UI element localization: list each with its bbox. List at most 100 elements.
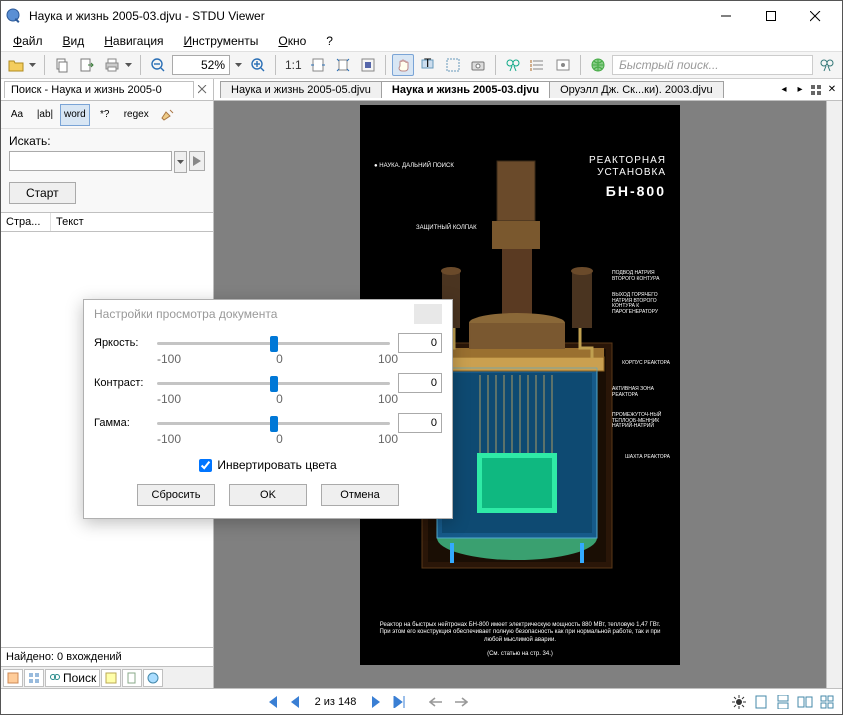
minimize-button[interactable] bbox=[703, 2, 748, 30]
dialog-title: Настройки просмотра документа bbox=[94, 307, 277, 321]
app-icon bbox=[5, 7, 23, 25]
open-button[interactable] bbox=[5, 54, 27, 76]
print-dropdown[interactable] bbox=[123, 54, 134, 76]
bookmarks-button[interactable] bbox=[527, 54, 549, 76]
view-facing[interactable] bbox=[796, 693, 814, 711]
contrast-value[interactable]: 0 bbox=[398, 373, 442, 393]
invert-colors-checkbox[interactable] bbox=[199, 459, 212, 472]
main-toolbar: 52% 1:1 T Быстрый поиск... bbox=[1, 51, 842, 79]
gamma-label: Гамма: bbox=[94, 417, 149, 429]
gamma-value[interactable]: 0 bbox=[398, 413, 442, 433]
tab-list-button[interactable] bbox=[809, 83, 823, 97]
fit-content-button[interactable] bbox=[357, 54, 379, 76]
brightness-label: Яркость: bbox=[94, 337, 149, 349]
export-button[interactable] bbox=[76, 54, 98, 76]
nav-last-page[interactable] bbox=[390, 693, 408, 711]
zoom-dropdown[interactable] bbox=[233, 54, 244, 76]
zoom-in-button[interactable] bbox=[247, 54, 269, 76]
brightness-value[interactable]: 0 bbox=[398, 333, 442, 353]
cancel-button[interactable]: Отмена bbox=[321, 484, 399, 506]
display-settings-dialog: Настройки просмотра документа Яркость: 0… bbox=[83, 299, 453, 519]
mode-wildcard[interactable]: *? bbox=[92, 104, 118, 126]
search-history-dropdown[interactable] bbox=[174, 151, 187, 173]
open-dropdown[interactable] bbox=[27, 54, 38, 76]
mode-highlight[interactable] bbox=[155, 104, 181, 126]
nav-forward[interactable] bbox=[451, 693, 469, 711]
settings-button[interactable] bbox=[552, 54, 574, 76]
print-button[interactable] bbox=[101, 54, 123, 76]
contrast-slider[interactable] bbox=[157, 372, 390, 394]
nav-back[interactable] bbox=[428, 693, 446, 711]
page-caption: Реактор на быстрых нейтронах БН-800 имее… bbox=[374, 622, 666, 645]
copy-button[interactable] bbox=[51, 54, 73, 76]
page-seealso: (См. статью на стр. 34.) bbox=[360, 651, 680, 657]
brightness-slider[interactable] bbox=[157, 332, 390, 354]
result-col-text[interactable]: Текст bbox=[51, 213, 89, 231]
ok-button[interactable]: OK bbox=[229, 484, 307, 506]
hand-tool[interactable] bbox=[392, 54, 414, 76]
menu-tools[interactable]: Инструменты bbox=[176, 33, 267, 49]
menu-file[interactable]: Файл bbox=[5, 33, 51, 49]
find-button[interactable] bbox=[502, 54, 524, 76]
panel-tab-info[interactable] bbox=[143, 669, 163, 687]
close-button[interactable] bbox=[793, 2, 838, 30]
menu-window[interactable]: Окно bbox=[270, 33, 314, 49]
globe-button[interactable] bbox=[587, 54, 609, 76]
nav-first-page[interactable] bbox=[263, 693, 281, 711]
select-region-tool[interactable] bbox=[442, 54, 464, 76]
mode-word[interactable]: word bbox=[60, 104, 90, 126]
nav-prev-page[interactable] bbox=[286, 693, 304, 711]
quicksearch-go[interactable] bbox=[816, 54, 838, 76]
display-settings-icon[interactable] bbox=[730, 693, 748, 711]
search-panel-close[interactable] bbox=[194, 82, 210, 98]
menu-view[interactable]: Вид bbox=[55, 33, 93, 49]
menu-help[interactable]: ? bbox=[318, 33, 341, 49]
mode-case[interactable]: Aa bbox=[4, 104, 30, 126]
svg-text:1:1: 1:1 bbox=[285, 58, 302, 72]
mode-whole[interactable]: |ab| bbox=[32, 104, 58, 126]
vertical-scrollbar[interactable] bbox=[826, 101, 842, 688]
view-single-page[interactable] bbox=[752, 693, 770, 711]
dialog-close-button[interactable] bbox=[414, 304, 442, 324]
mode-regex[interactable]: regex bbox=[120, 104, 153, 126]
doc-tab-1[interactable]: Наука и жизнь 2005-05.djvu bbox=[220, 81, 382, 98]
menu-bar: Файл Вид Навигация Инструменты Окно ? bbox=[1, 31, 842, 51]
page-nav-bar: 2 из 148 bbox=[1, 688, 842, 714]
result-col-page[interactable]: Стра... bbox=[1, 213, 51, 231]
reset-button[interactable]: Сбросить bbox=[137, 484, 215, 506]
tab-close-button[interactable]: ✕ bbox=[825, 83, 839, 97]
label-r3: КОРПУС РЕАКТОРА bbox=[622, 361, 670, 367]
start-search-button[interactable]: Старт bbox=[9, 182, 76, 204]
select-text-tool[interactable]: T bbox=[417, 54, 439, 76]
fit-width-button[interactable] bbox=[307, 54, 329, 76]
search-panel-tab[interactable]: Поиск - Наука и жизнь 2005-0 bbox=[4, 81, 194, 98]
search-next-button[interactable] bbox=[189, 151, 205, 171]
doc-tab-3[interactable]: Оруэлл Дж. Ск...ки). 2003.djvu bbox=[549, 81, 723, 98]
snapshot-tool[interactable] bbox=[467, 54, 489, 76]
tab-scroll-left[interactable]: ◂ bbox=[777, 83, 791, 97]
panel-tab-bookmarks[interactable] bbox=[101, 669, 121, 687]
fit-page-button[interactable] bbox=[332, 54, 354, 76]
panel-tab-contents[interactable] bbox=[3, 669, 23, 687]
tab-scroll-right[interactable]: ▸ bbox=[793, 83, 807, 97]
zoom-value: 52% bbox=[201, 58, 225, 72]
doc-tab-2[interactable]: Наука и жизнь 2005-03.djvu bbox=[381, 81, 550, 98]
panel-tab-pages[interactable] bbox=[122, 669, 142, 687]
actual-size-button[interactable]: 1:1 bbox=[282, 54, 304, 76]
menu-navigation[interactable]: Навигация bbox=[96, 33, 171, 49]
zoom-out-button[interactable] bbox=[147, 54, 169, 76]
zoom-level-combo[interactable]: 52% bbox=[172, 55, 230, 75]
gamma-slider[interactable] bbox=[157, 412, 390, 434]
quick-search-input[interactable]: Быстрый поиск... bbox=[612, 55, 813, 75]
nav-next-page[interactable] bbox=[367, 693, 385, 711]
invert-colors-label: Инвертировать цвета bbox=[217, 458, 336, 472]
panel-tab-search[interactable]: Поиск bbox=[45, 669, 100, 687]
window-titlebar: Наука и жизнь 2005-03.djvu - STDU Viewer bbox=[1, 1, 842, 31]
page-indicator[interactable]: 2 из 148 bbox=[309, 696, 363, 708]
view-grid[interactable] bbox=[818, 693, 836, 711]
search-input[interactable] bbox=[9, 151, 172, 171]
contrast-label: Контраст: bbox=[94, 377, 149, 389]
view-continuous[interactable] bbox=[774, 693, 792, 711]
maximize-button[interactable] bbox=[748, 2, 793, 30]
panel-tab-thumbnails[interactable] bbox=[24, 669, 44, 687]
